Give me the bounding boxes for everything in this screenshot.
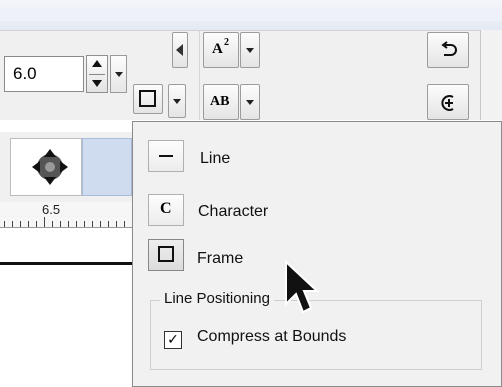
ruler-tick [68, 221, 69, 227]
window-titlebar [0, 0, 502, 30]
ruler-tick [4, 221, 5, 227]
toolbar-right-edge [480, 30, 502, 120]
character-option-icon-box[interactable]: C [148, 194, 184, 226]
ruler-tick [116, 221, 117, 227]
toolbar-divider [199, 30, 200, 120]
superscript-button[interactable]: A 2 [203, 32, 239, 68]
text-baseline-line [0, 262, 140, 265]
chevron-left-icon [176, 44, 183, 56]
ruler-tick [28, 221, 29, 227]
move-handle-icon [32, 149, 68, 185]
frame-mode-dropdown-button[interactable] [168, 84, 186, 118]
superscript-exponent: 2 [224, 37, 229, 48]
frame-mode-button[interactable] [133, 84, 163, 114]
compress-at-bounds-label[interactable]: Compress at Bounds [197, 328, 346, 346]
character-icon: C [160, 200, 172, 217]
ruler [0, 202, 140, 228]
spin-divider [89, 74, 105, 75]
all-caps-dropdown-button[interactable] [240, 84, 260, 120]
ruler-tick [60, 221, 61, 227]
ruler-tick [124, 221, 125, 227]
menu-item-frame[interactable]: Frame [197, 250, 243, 268]
all-caps-button[interactable]: AB [203, 84, 239, 120]
ruler-tick [52, 221, 53, 227]
spacing-size-dropdown-button[interactable] [110, 55, 127, 93]
ruler-tick [100, 221, 101, 227]
compress-at-bounds-checkbox[interactable]: ✓ [164, 331, 182, 349]
line-option-icon-box[interactable] [148, 140, 184, 172]
thumbnail-tile[interactable] [10, 138, 82, 196]
menu-item-character[interactable]: Character [198, 203, 268, 221]
frame-icon [158, 246, 174, 262]
menu-item-line[interactable]: Line [200, 150, 230, 168]
titlebar-strip [0, 8, 502, 21]
add-character-button[interactable] [427, 84, 469, 120]
spacing-size-spinner[interactable] [86, 55, 108, 93]
ruler-tick [108, 221, 109, 227]
chevron-down-icon [246, 100, 254, 105]
toolbar-scroll-left-button[interactable] [172, 32, 188, 68]
ruler-label: 6.5 [42, 202, 61, 217]
ruler-tick [36, 221, 37, 227]
checkmark-icon: ✓ [167, 332, 179, 348]
spacing-size-input[interactable]: 6.0 [4, 56, 84, 92]
ruler-tick [92, 221, 93, 227]
line-positioning-title: Line Positioning [160, 290, 274, 307]
superscript-label: A [212, 41, 223, 57]
spin-down-icon[interactable] [92, 80, 102, 87]
chevron-down-icon [115, 72, 123, 77]
ruler-tick [44, 217, 45, 227]
thumbnail-selection[interactable] [82, 138, 132, 196]
ruler-tick [76, 221, 77, 227]
add-character-icon [441, 95, 454, 111]
superscript-dropdown-button[interactable] [240, 32, 260, 68]
chevron-down-icon [173, 99, 181, 104]
frame-icon [139, 90, 156, 107]
ruler-tick [20, 221, 21, 227]
mouse-pointer-icon [285, 260, 320, 314]
ruler-tick [12, 221, 13, 227]
undo-icon [441, 41, 457, 56]
ruler-tick [84, 221, 85, 227]
line-icon [159, 155, 173, 157]
spin-up-icon[interactable] [92, 60, 102, 67]
chevron-down-icon [246, 48, 254, 53]
undo-rotate-button[interactable] [427, 32, 469, 68]
all-caps-label: AB [210, 94, 230, 109]
frame-option-icon-box[interactable] [148, 239, 184, 271]
